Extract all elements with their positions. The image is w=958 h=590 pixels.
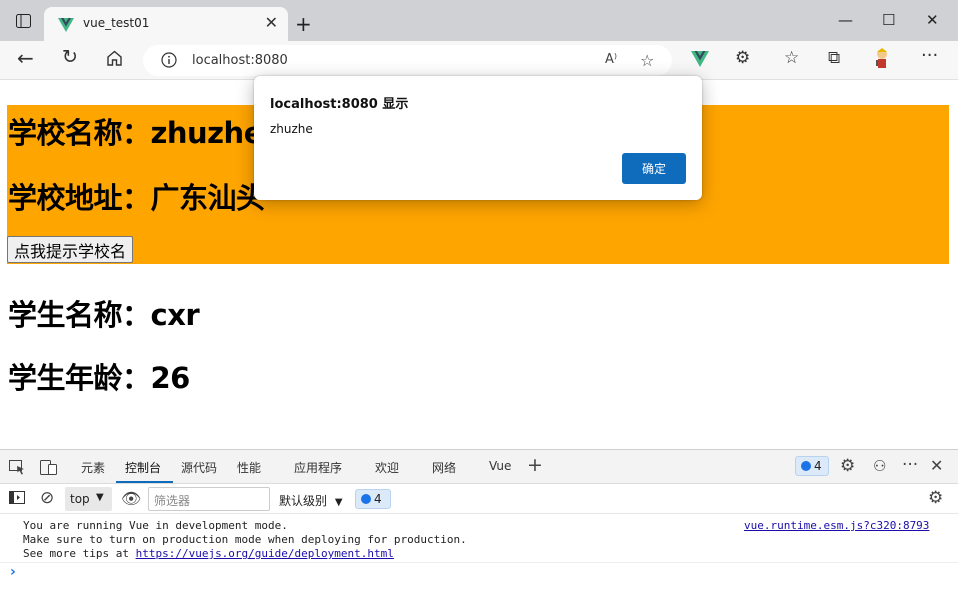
console-text: See more tips at	[23, 547, 136, 560]
chevron-down-icon: ▼	[334, 497, 343, 508]
close-window-button[interactable]: ✕	[926, 13, 939, 28]
live-expression-eye-icon[interactable]: 👁	[121, 491, 141, 507]
issues-count: 4	[814, 459, 822, 473]
tab-application[interactable]: 应用程序	[294, 459, 342, 476]
devtools-panel: 元素 控制台 源代码 性能 应用程序 欢迎 网络 Vue + 4 ⚙ ⚇ ···…	[0, 449, 958, 590]
clear-console-icon[interactable]: ⊘	[40, 490, 54, 507]
context-select[interactable]: top ▼	[65, 487, 112, 511]
console-settings-icon[interactable]: ⚙	[928, 490, 943, 507]
student-age-heading: 学生年龄：26	[8, 361, 190, 395]
dialog-title: localhost:8080 显示	[270, 97, 409, 112]
dialog-message: zhuzhe	[270, 122, 313, 136]
extensions-icon[interactable]: ⚙	[735, 50, 750, 67]
tab-network[interactable]: 网络	[432, 459, 456, 476]
customize-icon[interactable]: ⚇	[873, 459, 886, 474]
new-tab-button[interactable]: +	[295, 14, 312, 34]
console-toolbar: ⊘ top ▼ 👁 筛选器 默认级别 ▼ 4 ⚙	[0, 484, 958, 514]
console-prompt[interactable]: ›	[10, 564, 16, 580]
add-tab-icon[interactable]: +	[527, 456, 543, 475]
deployment-link[interactable]: https://vuejs.org/guide/deployment.html	[136, 547, 394, 560]
collections-icon[interactable]: ⧉	[828, 50, 840, 67]
source-link[interactable]: vue.runtime.esm.js?c320:8793	[744, 519, 929, 532]
tab-sources[interactable]: 源代码	[181, 459, 217, 476]
more-menu-icon[interactable]: ···	[921, 47, 938, 65]
tab-close-icon[interactable]: ✕	[265, 13, 278, 32]
address-bar[interactable]: localhost:8080 A⁾ ☆	[143, 45, 672, 76]
tab-performance[interactable]: 性能	[237, 459, 261, 476]
student-name-heading: 学生名称：cxr	[8, 298, 200, 332]
more-options-icon[interactable]: ···	[902, 457, 918, 474]
vue-logo-icon	[58, 17, 74, 36]
filter-input[interactable]: 筛选器	[148, 487, 270, 511]
school-address-heading: 学校地址：广东汕头	[8, 181, 265, 215]
refresh-icon[interactable]: ↻	[62, 48, 78, 67]
console-log-line: You are running Vue in development mode.	[23, 519, 288, 532]
browser-toolbar: ← ↻ localhost:8080 A⁾ ☆ ⚙ ☆ ⧉ ···	[0, 41, 958, 80]
device-emulation-icon[interactable]	[40, 460, 57, 478]
console-log-line: Make sure to turn on production mode whe…	[23, 533, 467, 546]
divider	[0, 562, 958, 563]
read-aloud-icon[interactable]: A⁾	[605, 52, 617, 67]
maximize-button[interactable]: ☐	[882, 13, 895, 28]
inspect-element-icon[interactable]	[9, 460, 25, 478]
message-icon	[361, 494, 371, 504]
close-devtools-icon[interactable]: ✕	[930, 458, 943, 474]
browser-tab[interactable]: vue_test01 ✕	[44, 7, 288, 41]
vue-devtools-extension-icon[interactable]	[691, 51, 709, 71]
chevron-down-icon: ▼	[96, 492, 104, 503]
active-tab-indicator	[116, 481, 173, 483]
messages-count: 4	[374, 492, 382, 506]
settings-gear-icon[interactable]: ⚙	[840, 458, 855, 475]
ok-button[interactable]: 确定	[622, 153, 686, 184]
tab-console[interactable]: 控制台	[125, 459, 161, 476]
tab-elements[interactable]: 元素	[81, 459, 105, 476]
profile-avatar[interactable]	[873, 48, 891, 74]
issues-badge[interactable]: 4	[795, 456, 829, 476]
favorite-add-icon[interactable]: ☆	[640, 51, 654, 70]
info-icon[interactable]	[161, 52, 177, 72]
context-value: top	[70, 492, 90, 506]
tab-vue[interactable]: Vue	[489, 459, 511, 473]
issue-icon	[801, 461, 811, 471]
messages-badge[interactable]: 4	[355, 489, 391, 509]
favorites-icon[interactable]: ☆	[784, 50, 799, 67]
log-level-select[interactable]: 默认级别 ▼	[279, 492, 343, 509]
console-log-line: See more tips at https://vuejs.org/guide…	[23, 547, 394, 560]
minimize-button[interactable]: —	[838, 13, 853, 28]
school-name-heading: 学校名称：zhuzhe	[8, 116, 263, 150]
tab-actions-icon[interactable]	[16, 14, 31, 31]
home-icon[interactable]	[106, 50, 123, 70]
log-level-value: 默认级别	[279, 494, 328, 508]
show-school-name-button[interactable]: 点我提示学校名	[7, 236, 134, 263]
back-icon[interactable]: ←	[17, 48, 34, 68]
devtools-tab-bar: 元素 控制台 源代码 性能 应用程序 欢迎 网络 Vue + 4 ⚙ ⚇ ···…	[0, 450, 958, 484]
tab-title: vue_test01	[83, 16, 150, 30]
alert-dialog: localhost:8080 显示 zhuzhe 确定	[254, 76, 702, 200]
browser-title-bar: vue_test01 ✕ + — ☐ ✕	[0, 0, 958, 41]
sidebar-toggle-icon[interactable]	[9, 491, 25, 507]
tab-welcome[interactable]: 欢迎	[375, 459, 399, 476]
url-text: localhost:8080	[192, 53, 288, 68]
